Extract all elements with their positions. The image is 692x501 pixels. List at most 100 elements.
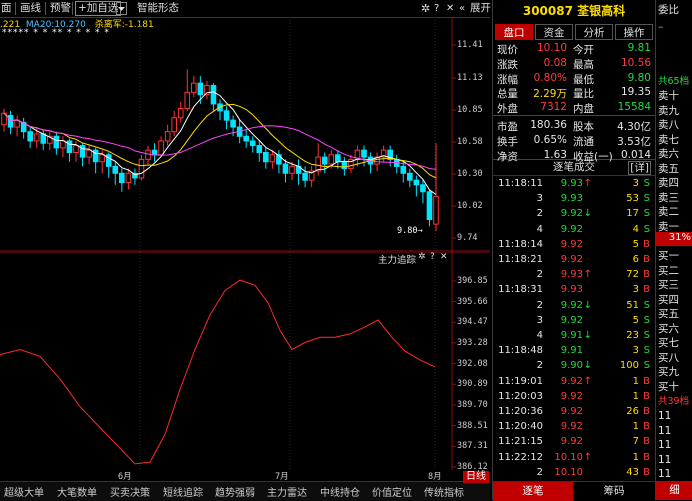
tab-capital[interactable]: 资金: [535, 24, 573, 40]
tab-trade-decision[interactable]: 买卖决策: [110, 484, 150, 499]
arrow-up-icon: ↑: [583, 178, 592, 189]
quote-label: 量比: [573, 88, 594, 101]
candle-body: [210, 84, 217, 105]
trade-price: 10.10: [554, 451, 583, 463]
quote-label: 净资: [497, 150, 518, 163]
trade-volume: 100: [619, 360, 639, 372]
chevron-left-icon[interactable]: «: [459, 1, 465, 16]
candle-body: [86, 149, 92, 158]
indicator-axis-label: 394.47: [457, 317, 488, 328]
toolbar-smart-pattern[interactable]: 智能形态: [137, 1, 179, 16]
trade-row: 11:22:12 10.10 ↑ 1 B: [493, 452, 655, 467]
candle-body: [289, 165, 295, 174]
tab-value-position[interactable]: 价值定位: [372, 484, 412, 499]
quote-value: 0.80%: [533, 71, 567, 84]
trade-time: 11:20:03: [498, 390, 543, 402]
tab-large-orders[interactable]: 大笔数单: [57, 484, 97, 499]
tab-order-book[interactable]: 盘口: [495, 24, 533, 40]
tab-trend-strength[interactable]: 趋势强弱: [215, 484, 255, 499]
order-ratio-label: 委比: [658, 4, 679, 16]
trade-time: 11:18:14: [498, 238, 543, 250]
trade-volume: 51: [626, 299, 639, 311]
toolbar-draw-line[interactable]: 画线: [20, 1, 41, 16]
sell-level-label: 卖一: [658, 220, 679, 233]
help-icon[interactable]: ?: [434, 1, 439, 16]
trade-time: 3: [536, 314, 543, 326]
quote-value: 2.29万: [533, 88, 567, 101]
indicator-axis-label: 392.08: [457, 358, 488, 369]
buy-level-label: 买六: [658, 322, 679, 335]
trade-side: B: [643, 406, 650, 417]
toolbar-item-view[interactable]: 面: [1, 1, 12, 16]
candle-body: [341, 161, 348, 170]
trade-price: 10.10: [554, 466, 583, 478]
quote-value: 4.30亿: [617, 121, 651, 133]
sell-level-label: 卖四: [658, 177, 679, 189]
arrow-down-icon: ↓: [583, 299, 592, 311]
quote-value: 9.80: [627, 71, 651, 84]
indicator-axis-label: 395.66: [457, 296, 488, 307]
trade-time: 2: [536, 360, 543, 372]
tab-chips[interactable]: 筹码: [574, 482, 654, 501]
quote-row: 换手 0.65% 流通 3.53亿: [497, 134, 653, 149]
candle-body: [40, 133, 47, 144]
buy-level-label: 买五: [658, 308, 679, 320]
arrow-down-icon: ↓: [583, 360, 592, 372]
candle-body: [197, 82, 204, 96]
trade-price: 9.92: [560, 390, 583, 402]
trade-price: 9.92: [560, 238, 583, 250]
tab-operation[interactable]: 操作: [615, 24, 653, 40]
indicator-chart[interactable]: 主力追踪 ✲ ? ✕ 396.85 395.66 394.47 393.28 392.0…: [0, 252, 490, 472]
tab-mid-position[interactable]: 中线持仓: [320, 484, 360, 499]
trade-time: 3: [536, 193, 543, 205]
trade-price: 9.92: [560, 314, 583, 326]
trade-price: 9.92: [560, 254, 583, 265]
trade-row: 11:18:11 9.93 ↑ 3 S: [493, 178, 655, 193]
arrow-down-icon: ↓: [583, 330, 592, 341]
trade-time: 11:22:12: [498, 451, 543, 463]
indicator-tab-bar: 超级大单 大笔数单 买卖决策 短线追踪 趋势强弱 主力雷达 中线持仓 价值定位 …: [0, 471, 490, 501]
toolbar-alert[interactable]: 预警: [50, 1, 71, 16]
time-label: 11: [658, 453, 672, 466]
trade-time: 11:18:11: [498, 178, 543, 189]
candle-body: [66, 140, 73, 153]
buy-level-label: 买十: [658, 380, 679, 393]
tab-main-radar[interactable]: 主力雷达: [267, 484, 307, 499]
time-label: 11: [658, 439, 672, 451]
quote-label: 换手: [497, 135, 518, 148]
tab-traditional-indicators[interactable]: 传统指标: [424, 484, 464, 499]
dropdown-arrow-icon[interactable]: [116, 2, 127, 15]
trade-side: S: [643, 193, 650, 205]
tab-analysis[interactable]: 分析: [575, 24, 613, 40]
tab-tick-trades[interactable]: 逐笔: [493, 482, 573, 501]
trade-volume: 26: [626, 406, 639, 417]
gear-icon[interactable]: ✲: [421, 1, 430, 16]
low-price-marker: 9.80→: [397, 226, 423, 236]
tab-super-large-orders[interactable]: 超级大单: [4, 484, 44, 499]
trade-side: B: [643, 421, 650, 433]
quote-value: 19.35: [620, 86, 651, 99]
trade-side: B: [643, 436, 650, 448]
trade-time: 11:21:15: [498, 436, 543, 448]
tab-short-tracking[interactable]: 短线追踪: [163, 484, 203, 499]
candle-body: [125, 172, 132, 184]
candle-body: [361, 149, 367, 158]
add-watchlist-button[interactable]: +加自选: [75, 1, 122, 16]
candle-body: [138, 158, 145, 179]
expand-button[interactable]: 展开: [470, 1, 491, 16]
tab-daily[interactable]: 日线: [463, 471, 489, 483]
quote-label: 流通: [573, 135, 594, 148]
trade-price: 9.93: [560, 178, 583, 189]
trade-price: 9.92: [560, 436, 583, 448]
trade-row: 11:20:03 9.92 1 B: [493, 391, 655, 406]
trade-volume: 3: [632, 178, 639, 189]
tab-detail[interactable]: 细: [656, 481, 692, 500]
time-label: 11: [658, 410, 672, 422]
close-icon[interactable]: ✕: [446, 1, 454, 16]
trade-row: 4 9.91 ↓ 23 S: [493, 330, 655, 345]
trade-volume: 3: [632, 284, 639, 296]
trade-row: 11:18:48 9.91 3 S: [493, 345, 655, 360]
sell-level-label: 卖二: [658, 206, 679, 218]
sell-level-label: 卖六: [658, 148, 679, 160]
price-chart[interactable]: .221 MA20:10.270 杀离军:-1.181 ***** * * **…: [0, 17, 490, 252]
